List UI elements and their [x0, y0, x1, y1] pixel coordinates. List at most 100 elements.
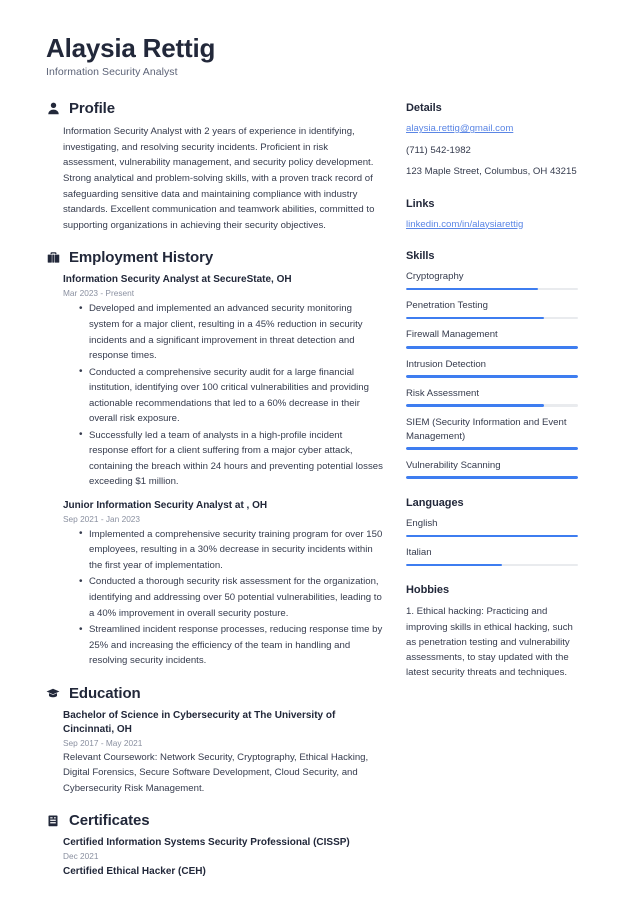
section-education-header: Education: [46, 685, 384, 702]
section-certificates-title: Certificates: [69, 812, 150, 830]
sidebar-section-links: Links linkedin.com/in/alaysiarettig: [406, 198, 578, 232]
language-label: Italian: [406, 547, 432, 559]
bullet-item: Conducted a thorough security risk asses…: [79, 574, 384, 621]
certificate-entry-date: Dec 2021: [63, 851, 99, 862]
section-profile-title: Profile: [69, 100, 115, 118]
email-link[interactable]: alaysia.rettig@gmail.com: [406, 122, 578, 136]
skill-row: Penetration Testing: [406, 299, 578, 320]
skill-meter-track: [406, 404, 578, 408]
employment-entry-title: Junior Information Security Analyst at ,…: [63, 499, 268, 511]
skill-row: Risk Assessment: [406, 387, 578, 408]
user-icon: [46, 102, 60, 116]
resume-page: Alaysia Rettig Information Security Anal…: [0, 0, 640, 905]
skill-row: SIEM (Security Information and Event Man…: [406, 416, 578, 450]
skill-meter-fill: [406, 316, 544, 320]
skill-label: Vulnerability Scanning: [406, 459, 501, 471]
sidebar-section-skills: Skills Cryptography Penetration Testing Fi…: [406, 250, 578, 480]
skill-row: Firewall Management: [406, 328, 578, 349]
linkedin-link[interactable]: linkedin.com/in/alaysiarettig: [406, 218, 578, 232]
skill-label: Cryptography: [406, 271, 464, 283]
skill-label: Penetration Testing: [406, 300, 488, 312]
skill-meter-fill: [406, 476, 578, 480]
section-certificates-body: Certified Information Systems Security P…: [46, 836, 384, 879]
certificate-entry-title: Certified Ethical Hacker (CEH): [63, 866, 206, 878]
employment-entry-bullets: Implemented a comprehensive security tra…: [63, 526, 384, 669]
education-entry-date: Sep 2017 - May 2021: [63, 737, 143, 748]
skill-meter-fill: [406, 447, 578, 450]
candidate-name: Alaysia Rettig: [46, 33, 216, 63]
briefcase-icon: [46, 251, 60, 265]
language-meter-fill: [406, 563, 503, 567]
education-entry-description: Relevant Coursework: Network Security, C…: [63, 751, 369, 794]
section-employment: Employment History Information Security …: [46, 249, 384, 668]
candidate-job-title: Information Security Analyst: [46, 66, 178, 79]
resume-header: Alaysia Rettig Information Security Anal…: [46, 33, 594, 79]
profile-summary-text: Information Security Analyst with 2 year…: [63, 126, 375, 231]
language-row: Italian: [406, 546, 578, 567]
skill-meter-fill: [406, 287, 539, 291]
education-entry: Bachelor of Science in Cybersecurity at …: [63, 709, 384, 797]
employment-entry: Information Security Analyst at SecureSt…: [63, 273, 384, 489]
skill-meter-track: [406, 476, 578, 480]
sidebar-details-title: Details: [406, 102, 442, 115]
employment-entry-bullets: Developed and implemented an advanced se…: [63, 301, 384, 489]
skill-meter-fill: [406, 404, 544, 408]
skill-label: Risk Assessment: [406, 387, 480, 399]
skill-row: Vulnerability Scanning: [406, 459, 578, 480]
language-meter-fill: [406, 534, 578, 538]
skills-list: Cryptography Penetration Testing Firewall …: [406, 270, 578, 480]
sidebar-section-details: Details alaysia.rettig@gmail.com (711) 5…: [406, 102, 578, 180]
language-row: English: [406, 517, 578, 538]
phone-number: (711) 542-1982: [406, 144, 471, 156]
hobbies-text: 1. Ethical hacking: Practicing and impro…: [406, 606, 573, 679]
section-profile: Profile Information Security Analyst wit…: [46, 100, 384, 233]
employment-entry: Junior Information Security Analyst at ,…: [63, 499, 384, 669]
certificate-entry: Certified Information Systems Security P…: [63, 836, 384, 861]
skill-row: Intrusion Detection: [406, 358, 578, 378]
skill-meter-fill: [406, 375, 578, 378]
employment-entry-title: Information Security Analyst at SecureSt…: [63, 274, 292, 286]
resume-columns: Profile Information Security Analyst wit…: [46, 100, 594, 895]
skill-meter-track: [406, 346, 578, 349]
section-education-body: Bachelor of Science in Cybersecurity at …: [46, 709, 384, 797]
skill-meter-track: [406, 375, 578, 378]
skill-meter-track: [406, 447, 578, 450]
skill-label: SIEM (Security Information and Event Man…: [406, 417, 567, 442]
education-entry-title: Bachelor of Science in Cybersecurity at …: [63, 709, 336, 735]
main-column: Profile Information Security Analyst wit…: [46, 100, 406, 895]
bullet-item: Implemented a comprehensive security tra…: [79, 526, 384, 574]
section-profile-body: Information Security Analyst with 2 year…: [46, 124, 384, 233]
employment-entry-date: Mar 2023 - Present: [63, 288, 135, 299]
skill-label: Intrusion Detection: [406, 358, 486, 370]
employment-entry-date: Sep 2021 - Jan 2023: [63, 513, 141, 524]
section-employment-title: Employment History: [69, 249, 214, 267]
section-certificates: Certificates Certified Information Syste…: [46, 812, 384, 879]
section-education: Education Bachelor of Science in Cyberse…: [46, 685, 384, 797]
section-certificates-header: Certificates: [46, 812, 384, 829]
certificate-entry-title: Certified Information Systems Security P…: [63, 837, 350, 849]
section-employment-body: Information Security Analyst at SecureSt…: [46, 273, 384, 668]
clipboard-icon: [46, 814, 60, 828]
sidebar-skills-title: Skills: [406, 250, 435, 263]
graduation-cap-icon: [46, 686, 60, 700]
skill-meter-track: [406, 316, 578, 320]
bullet-item: Streamlined incident response processes,…: [79, 622, 384, 669]
sidebar-languages-title: Languages: [406, 497, 464, 510]
bullet-item: Conducted a comprehensive security audit…: [79, 364, 384, 427]
section-employment-header: Employment History: [46, 249, 384, 266]
bullet-item: Developed and implemented an advanced se…: [79, 301, 384, 363]
language-label: English: [406, 518, 438, 530]
section-education-title: Education: [69, 684, 141, 702]
skill-label: Firewall Management: [406, 329, 498, 341]
language-meter-track: [406, 563, 578, 567]
skill-row: Cryptography: [406, 270, 578, 291]
certificate-entry: Certified Ethical Hacker (CEH): [63, 865, 384, 879]
skill-meter-track: [406, 287, 578, 291]
languages-list: English Italian: [406, 517, 578, 567]
postal-address: 123 Maple Street, Columbus, OH 43215: [406, 166, 577, 178]
bullet-item: Successfully led a team of analysts in a…: [79, 427, 384, 490]
sidebar-links-title: Links: [406, 197, 435, 210]
sidebar-section-hobbies: Hobbies 1. Ethical hacking: Practicing a…: [406, 584, 578, 680]
sidebar-column: Details alaysia.rettig@gmail.com (711) 5…: [406, 100, 578, 698]
language-meter-track: [406, 534, 578, 538]
